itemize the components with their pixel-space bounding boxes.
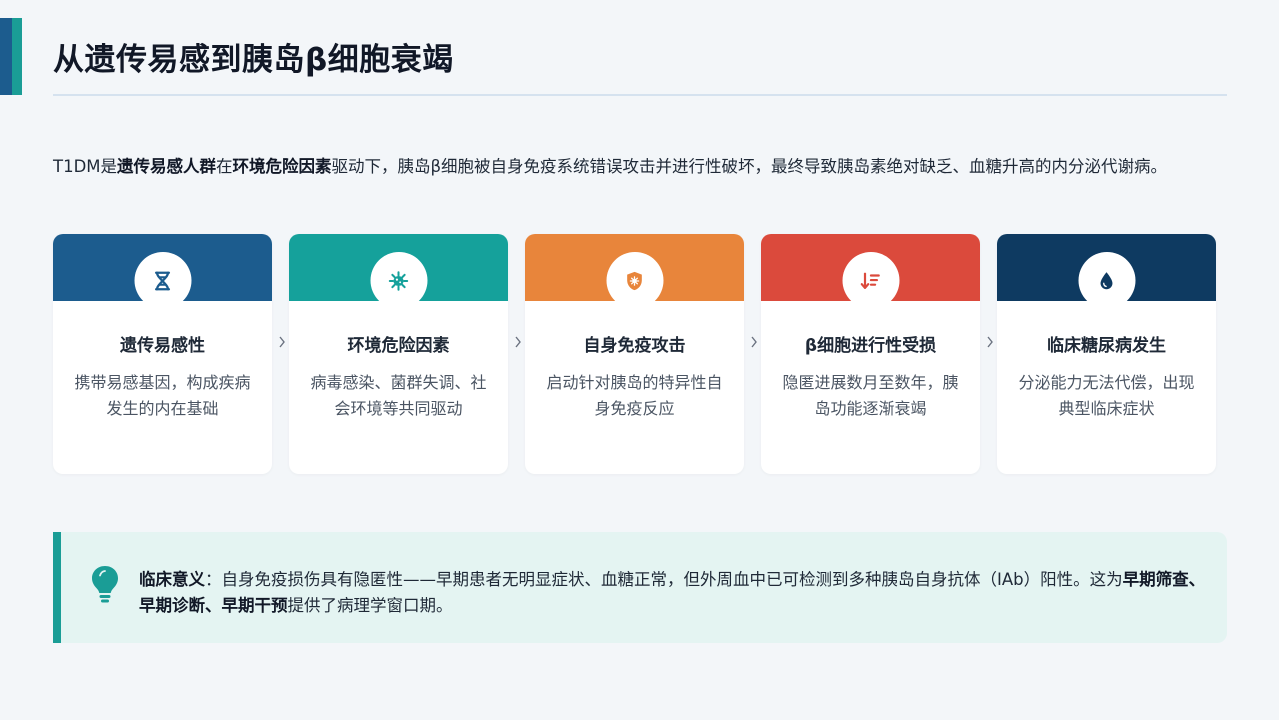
intro-bold-environment: 环境危险因素 — [232, 157, 332, 176]
pathogenesis-flow: 遗传易感性 携带易感基因，构成疾病发生的内在基础 环境危险因素 病毒感染、菌群失… — [53, 234, 1216, 474]
title-divider — [53, 94, 1227, 96]
droplet-icon — [1078, 252, 1135, 309]
callout-text-2: 提供了病理学窗口期。 — [287, 596, 453, 615]
intro-text-3: 驱动下，胰岛β细胞被自身免疫系统错误攻击并进行性破坏，最终导致胰岛素绝对缺乏、血… — [331, 157, 1168, 176]
card-header-band — [761, 234, 980, 309]
card-header-band — [997, 234, 1216, 309]
card-description: 携带易感基因，构成疾病发生的内在基础 — [74, 373, 251, 418]
card-description: 启动针对胰岛的特异性自身免疫反应 — [546, 373, 723, 418]
card-title: β细胞进行性受损 — [804, 336, 937, 356]
chevron-right-icon — [747, 334, 761, 350]
chevron-right-icon — [511, 334, 525, 350]
dna-icon — [134, 252, 191, 309]
title-accent-bar — [0, 18, 22, 95]
card-header-band — [53, 234, 272, 309]
intro-text-1: T1DM是 — [53, 157, 118, 176]
shield-virus-icon — [606, 252, 663, 309]
intro-bold-susceptible: 遗传易感人群 — [117, 157, 217, 176]
chevron-right-icon — [983, 334, 997, 350]
card-autoimmune-attack: 自身免疫攻击 启动针对胰岛的特异性自身免疫反应 — [525, 234, 744, 474]
card-genetic-susceptibility: 遗传易感性 携带易感基因，构成疾病发生的内在基础 — [53, 234, 272, 474]
clinical-significance-callout: 临床意义：自身免疫损伤具有隐匿性——早期患者无明显症状、血糖正常，但外周血中已可… — [53, 532, 1227, 643]
chevron-right-icon — [275, 334, 289, 350]
card-title: 自身免疫攻击 — [583, 336, 686, 356]
card-description: 隐匿进展数月至数年，胰岛功能逐渐衰竭 — [782, 373, 959, 418]
card-description: 分泌能力无法代偿，出现典型临床症状 — [1018, 373, 1195, 418]
page-title: 从遗传易感到胰岛β细胞衰竭 — [53, 42, 454, 78]
virus-icon — [370, 252, 427, 309]
card-clinical-diabetes: 临床糖尿病发生 分泌能力无法代偿，出现典型临床症状 — [997, 234, 1216, 474]
card-description: 病毒感染、菌群失调、社会环境等共同驱动 — [310, 373, 487, 418]
callout-text: 临床意义：自身免疫损伤具有隐匿性——早期患者无明显症状、血糖正常，但外周血中已可… — [139, 567, 1219, 619]
card-header-band — [289, 234, 508, 309]
card-header-band — [525, 234, 744, 309]
intro-text-2: 在 — [216, 157, 233, 176]
card-title: 临床糖尿病发生 — [1047, 336, 1166, 356]
intro-paragraph: T1DM是遗传易感人群在环境危险因素驱动下，胰岛β细胞被自身免疫系统错误攻击并进… — [53, 154, 1227, 179]
lightbulb-icon — [89, 564, 121, 604]
callout-label: 临床意义 — [139, 570, 205, 589]
card-title: 遗传易感性 — [120, 336, 205, 356]
card-beta-cell-damage: β细胞进行性受损 隐匿进展数月至数年，胰岛功能逐渐衰竭 — [761, 234, 980, 474]
card-title: 环境危险因素 — [347, 336, 450, 356]
card-environmental-factors: 环境危险因素 病毒感染、菌群失调、社会环境等共同驱动 — [289, 234, 508, 474]
sort-descending-icon — [842, 252, 899, 309]
callout-text-1: ：自身免疫损伤具有隐匿性——早期患者无明显症状、血糖正常，但外周血中已可检测到多… — [205, 570, 1123, 589]
